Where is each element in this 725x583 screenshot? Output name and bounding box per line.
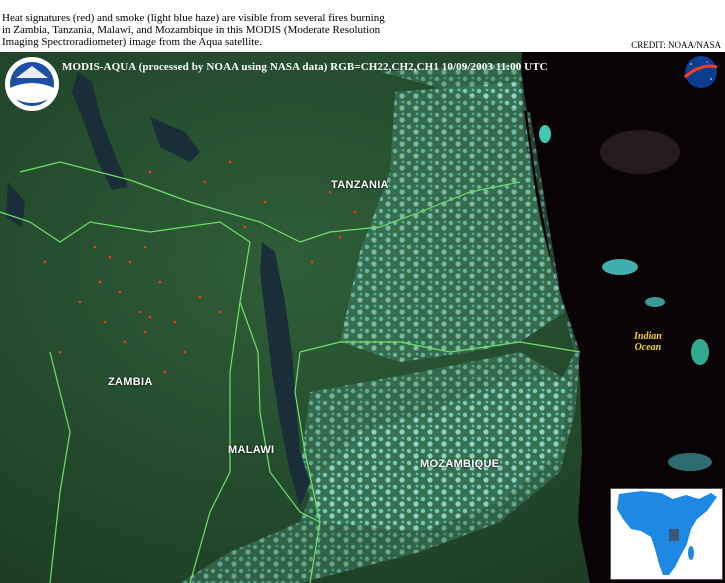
caption-line-2: in Zambia, Tanzania, Malawi, and Mozambi… <box>2 24 381 36</box>
caption-line-3: Imaging Spectroradiometer) image from th… <box>2 36 262 48</box>
label-tanzania: TANZANIA <box>331 179 389 191</box>
ocean-cloud <box>691 339 709 365</box>
ocean-cloud <box>645 297 665 307</box>
inset-region-box <box>669 529 679 541</box>
ocean-cloud <box>600 130 680 174</box>
noaa-logo <box>5 57 59 111</box>
inset-locator-map <box>610 488 723 580</box>
image-header: MODIS-AQUA (processed by NOAA using NASA… <box>62 61 548 73</box>
satellite-image: MODIS-AQUA (processed by NOAA using NASA… <box>0 52 725 583</box>
label-malawi: MALAWI <box>228 444 275 456</box>
nasa-logo <box>684 56 718 88</box>
credit-text: CREDIT: NOAA/NASA <box>631 40 721 50</box>
ocean-cloud <box>602 259 638 275</box>
caption-line-1: Heat signatures (red) and smoke (light b… <box>2 12 385 24</box>
label-mozambique: MOZAMBIQUE <box>420 458 500 470</box>
label-indian-ocean: Indian Ocean <box>634 331 662 353</box>
image-caption: Heat signatures (red) and smoke (light b… <box>2 12 432 48</box>
ocean-cloud <box>539 125 551 143</box>
ocean-cloud <box>668 453 712 471</box>
label-zambia: ZAMBIA <box>108 376 153 388</box>
